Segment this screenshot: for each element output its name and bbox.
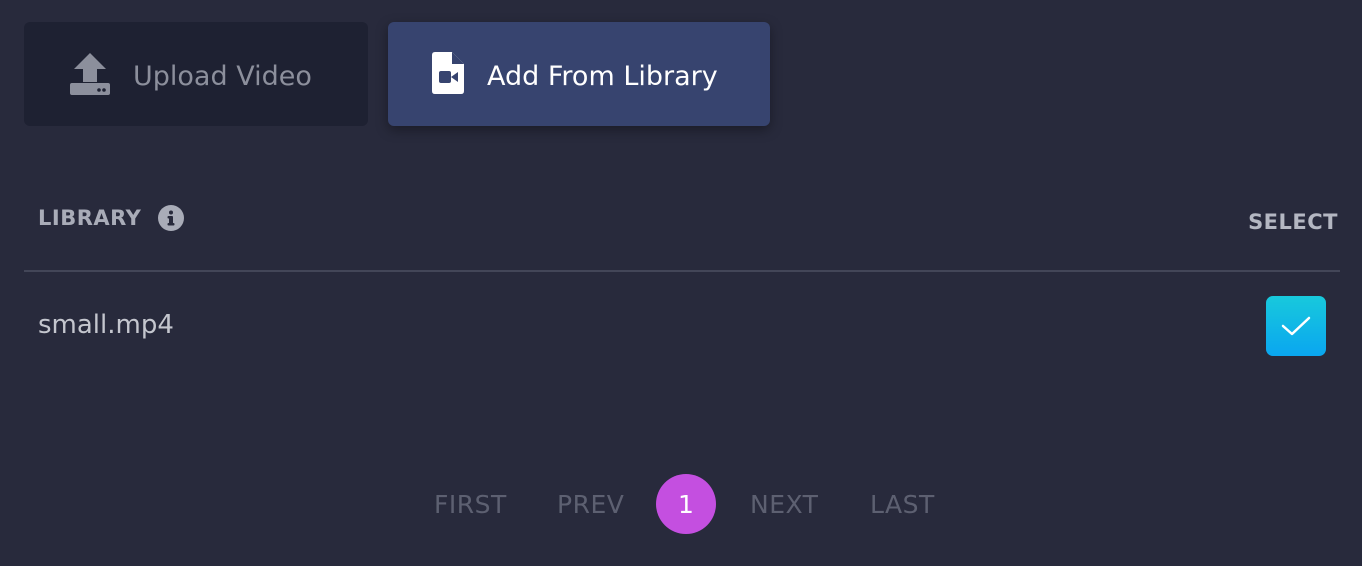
add-from-library-tab[interactable]: Add From Library [388, 22, 770, 126]
add-from-library-label: Add From Library [487, 61, 718, 92]
current-page-button[interactable]: 1 [656, 474, 716, 534]
last-page-button[interactable]: LAST [870, 490, 935, 519]
header-divider [24, 270, 1340, 272]
library-item-select-checkbox[interactable] [1266, 296, 1326, 356]
info-icon[interactable] [158, 205, 185, 231]
next-page-button[interactable]: NEXT [750, 490, 818, 519]
pagination: FIRST PREV 1 NEXT LAST [0, 474, 1362, 534]
checkmark-icon [1281, 316, 1311, 336]
video-file-icon [432, 52, 464, 94]
library-title: LIBRARY [38, 206, 142, 230]
first-page-button[interactable]: FIRST [434, 490, 507, 519]
add-video-panel: Upload Video Add From Library LIBRARY SE… [0, 0, 1362, 566]
upload-video-label: Upload Video [133, 61, 312, 92]
prev-page-button[interactable]: PREV [557, 490, 624, 519]
upload-icon [70, 53, 110, 95]
upload-video-tab[interactable]: Upload Video [24, 22, 368, 126]
select-column-header: SELECT [1248, 210, 1338, 234]
library-item-name: small.mp4 [38, 310, 174, 340]
library-header: LIBRARY [38, 205, 185, 231]
